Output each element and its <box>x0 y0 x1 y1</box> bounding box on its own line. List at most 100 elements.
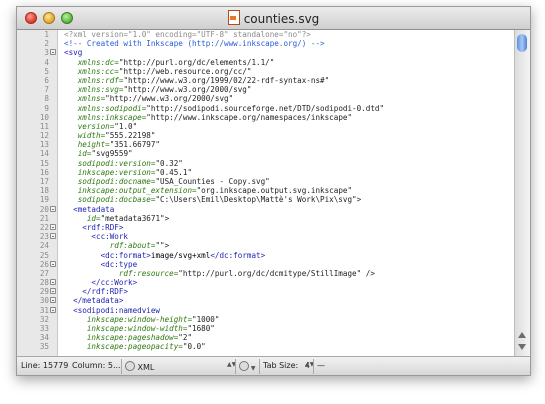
line-indicator[interactable]: Line: 15779 <box>21 361 68 370</box>
code-token: rdf:resource= <box>64 268 179 278</box>
code-token: inkscape:window-width= <box>64 324 188 333</box>
code-line[interactable]: 20 <metadata <box>17 205 515 214</box>
code-line[interactable]: 5 xmlns:cc="http://web.resource.org/cc/" <box>17 67 515 76</box>
fold-toggle-icon[interactable] <box>50 223 56 230</box>
fold-toggle-icon[interactable] <box>50 279 56 286</box>
code-line[interactable]: 30 </metadata> <box>17 296 515 305</box>
code-token: height= <box>64 140 110 150</box>
code-line[interactable]: 7 xmlns:svg="http://www.w3.org/2000/svg" <box>17 85 515 94</box>
code-line[interactable]: 28 </cc:Work> <box>17 278 515 287</box>
line-number: 31 <box>39 305 49 315</box>
code-token: "http://purl.org/dc/dcmitype/StillImage"… <box>178 268 375 278</box>
code-token: "http://www.inkscape.org/namespaces/inks… <box>146 112 353 122</box>
line-code: inkscape:version="0.45.1" <box>64 168 192 177</box>
fold-toggle-icon[interactable] <box>50 297 56 304</box>
line-number: 32 <box>39 314 49 324</box>
code-line[interactable]: 35 inkscape:pageopacity="0.0" <box>17 342 515 351</box>
code-line[interactable]: 15 sodipodi:version="0.32" <box>17 159 515 168</box>
code-token: </rdf:RDF> <box>64 287 129 297</box>
code-editor[interactable]: 1 <?xml version="1.0" encoding="UTF-8" st… <box>17 30 530 356</box>
code-line[interactable]: 14 id="svg9559" <box>17 149 515 158</box>
line-number: 16 <box>39 167 49 177</box>
fold-toggle-icon[interactable] <box>50 49 56 56</box>
code-line[interactable]: 11 version="1.0" <box>17 122 515 131</box>
code-line[interactable]: 12 width="555.22198" <box>17 131 515 140</box>
code-token: inkscape:pageopacity= <box>64 342 183 352</box>
line-code: id="metadata3671"> <box>64 214 169 223</box>
code-token: "org.inkscape.output.svg.inkscape" <box>196 186 353 196</box>
line-number: 8 <box>44 94 49 104</box>
gear-popup-arrows-icon: ▼ <box>249 365 256 372</box>
line-code: </cc:Work> <box>64 278 137 287</box>
code-token: image/svg+xml <box>150 250 211 260</box>
code-token: sodipodi:docbase= <box>64 195 156 205</box>
fold-toggle-icon[interactable] <box>50 306 56 313</box>
code-token: "1000" <box>192 314 220 324</box>
code-token: "2" <box>178 333 193 343</box>
code-token: "USA_Counties - Copy.svg" <box>155 177 270 186</box>
code-line[interactable]: 23 <cc:Work <box>17 232 515 241</box>
code-line[interactable]: 16 inkscape:version="0.45.1" <box>17 168 515 177</box>
code-line[interactable]: 17 sodipodi:docname="USA_Counties - Copy… <box>17 177 515 186</box>
scroll-up-icon[interactable] <box>518 332 526 338</box>
title-bar[interactable]: counties.svg <box>17 7 530 30</box>
line-number: 7 <box>44 85 49 95</box>
code-line[interactable]: 31 <sodipodi:namedview <box>17 306 515 315</box>
code-line[interactable]: 13 height="351.66797" <box>17 140 515 149</box>
line-code: id="svg9559" <box>64 149 133 158</box>
symbol-popup[interactable]: — <box>317 361 325 370</box>
code-line[interactable]: 9 xmlns:sodipodi="http://sodipodi.source… <box>17 104 515 113</box>
fold-toggle-icon[interactable] <box>50 205 56 212</box>
status-bar: Line: 15779 Column: 5... XML ▲▼ ▼ Tab Si… <box>17 356 530 375</box>
tab-size-popup[interactable]: Tab Size: 4 <box>263 361 310 370</box>
line-number: 30 <box>39 296 49 306</box>
code-line[interactable]: 24 rdf:about=""> <box>17 241 515 250</box>
code-token: "555.22198" <box>105 131 156 141</box>
line-code: <cc:Work <box>64 232 128 241</box>
line-number: 11 <box>39 121 49 131</box>
code-line[interactable]: 3 <svg <box>17 48 515 57</box>
code-line[interactable]: 21 id="metadata3671"> <box>17 214 515 223</box>
code-line[interactable]: 2 <!-- Created with Inkscape (http://www.… <box>17 39 515 48</box>
code-token: "C:\Users\Emil\Desktop\Mattè's Work\Pix\… <box>155 195 362 205</box>
code-line[interactable]: 34 inkscape:pageshadow="2" <box>17 333 515 342</box>
code-line[interactable]: 33 inkscape:window-width="1680" <box>17 324 515 333</box>
code-token: xmlns= <box>64 94 106 104</box>
line-code: <rdf:RDF> <box>64 223 123 232</box>
column-indicator[interactable]: Column: 5... <box>72 361 121 370</box>
gear-icon <box>239 361 249 371</box>
code-line[interactable]: 10 xmlns:inkscape="http://www.inkscape.o… <box>17 113 515 122</box>
code-lines[interactable]: 1 <?xml version="1.0" encoding="UTF-8" st… <box>17 30 515 352</box>
code-line[interactable]: 4 xmlns:dc="http://purl.org/dc/elements/… <box>17 58 515 67</box>
code-line[interactable]: 18 inkscape:output_extension="org.inksca… <box>17 186 515 195</box>
language-popup[interactable]: XML <box>125 361 154 372</box>
scrollbar-thumb[interactable] <box>517 34 527 52</box>
line-number: 1 <box>44 30 49 39</box>
code-line[interactable]: 29 </rdf:RDF> <box>17 287 515 296</box>
fold-toggle-icon[interactable] <box>50 260 56 267</box>
vertical-scrollbar[interactable] <box>514 30 530 356</box>
code-line[interactable]: 6 xmlns:rdf="http://www.w3.org/1999/02/2… <box>17 76 515 85</box>
code-line[interactable]: 32 inkscape:window-height="1000" <box>17 315 515 324</box>
code-token: inkscape:version= <box>64 167 156 177</box>
line-number: 2 <box>44 39 49 49</box>
code-line[interactable]: 1 <?xml version="1.0" encoding="UTF-8" st… <box>17 30 515 39</box>
code-line[interactable]: 8 xmlns="http://www.w3.org/2000/svg" <box>17 94 515 103</box>
code-line[interactable]: 25 <dc:format>image/svg+xml</dc:format> <box>17 251 515 260</box>
code-token: "http://www.w3.org/1999/02/22-rdf-syntax… <box>123 75 330 85</box>
code-token: <!-- Created with Inkscape (http://www.i… <box>64 39 325 49</box>
line-number: 9 <box>44 103 49 113</box>
fold-toggle-icon[interactable] <box>50 288 56 295</box>
line-code: inkscape:output_extension="org.inkscape.… <box>64 186 352 195</box>
code-line[interactable]: 27 rdf:resource="http://purl.org/dc/dcmi… <box>17 269 515 278</box>
code-line[interactable]: 19 sodipodi:docbase="C:\Users\Emil\Deskt… <box>17 195 515 204</box>
gear-popup[interactable]: ▼ <box>239 361 256 372</box>
code-line[interactable]: 22 <rdf:RDF> <box>17 223 515 232</box>
line-code: xmlns:rdf="http://www.w3.org/1999/02/22-… <box>64 76 329 85</box>
fold-toggle-icon[interactable] <box>50 233 56 240</box>
code-token: "0.45.1" <box>155 167 193 177</box>
scroll-down-icon[interactable] <box>518 344 526 350</box>
code-token: sodipodi:version= <box>64 158 156 168</box>
code-line[interactable]: 26 <dc:type <box>17 260 515 269</box>
line-code: rdf:about=""> <box>64 241 169 250</box>
